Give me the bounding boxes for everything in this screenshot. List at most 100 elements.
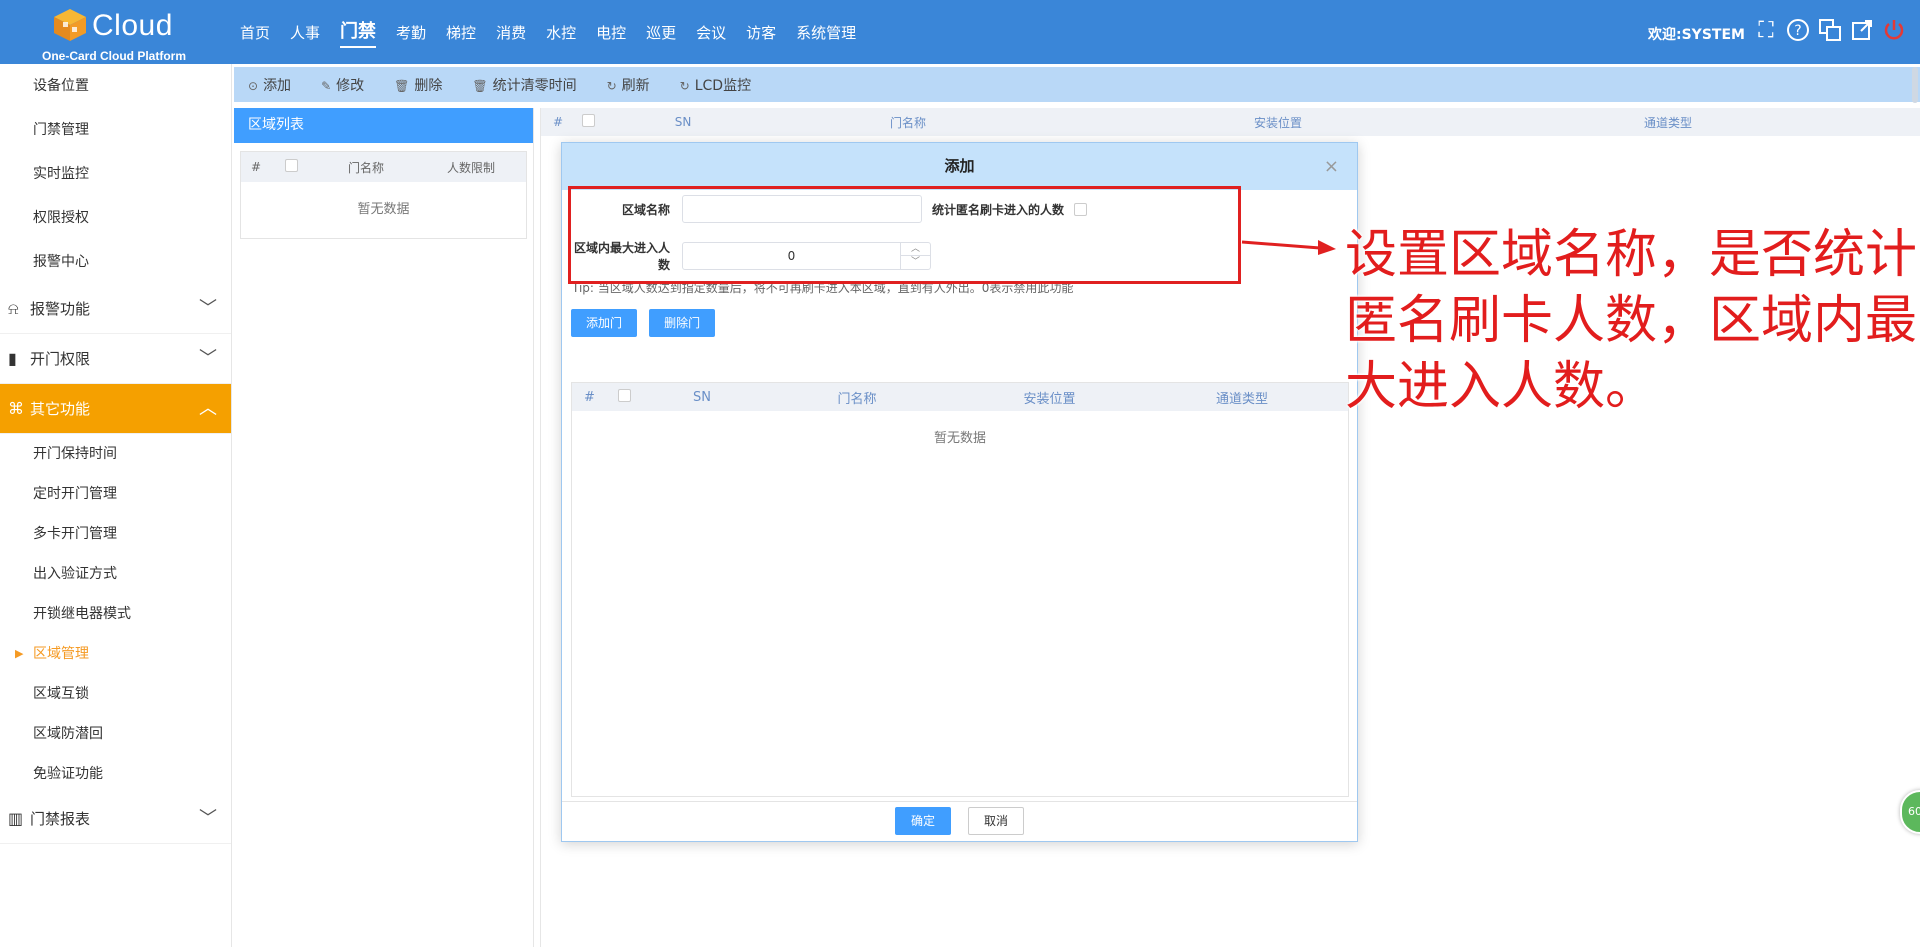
edit-button[interactable]: ✎ 修改 bbox=[321, 75, 364, 95]
column-channel-type: 通道类型 bbox=[1215, 391, 1268, 407]
nav-water-control[interactable]: 水控 bbox=[546, 22, 576, 43]
dialog-footer: 确定 取消 bbox=[562, 801, 1357, 841]
pencil-icon: ✎ bbox=[321, 78, 332, 93]
trash-icon: 🗑 bbox=[394, 78, 410, 93]
sidebar-item-area-interlock[interactable]: 区域互锁 bbox=[0, 674, 231, 714]
sidebar-item-no-verify[interactable]: 免验证功能 bbox=[0, 754, 231, 794]
door-table-empty: 暂无数据 bbox=[933, 431, 986, 446]
column-index: # bbox=[251, 160, 262, 174]
lcd-label: LCD监控 bbox=[694, 77, 752, 94]
power-icon[interactable] bbox=[1881, 18, 1907, 44]
dialog-title: 添加 bbox=[944, 157, 975, 175]
sidebar-group-label: 其它功能 bbox=[30, 399, 91, 418]
delete-door-button[interactable]: 删除门 bbox=[649, 309, 716, 337]
sidebar-group-label: 开门权限 bbox=[30, 349, 91, 368]
alarm-bell-icon: ⍾ bbox=[8, 298, 19, 318]
refresh-icon: ↻ bbox=[606, 78, 617, 93]
add-button[interactable]: ⊙ 添加 bbox=[248, 75, 291, 95]
column-door-name: 门名称 bbox=[889, 115, 926, 130]
edit-label: 修改 bbox=[336, 77, 365, 94]
annotation-highlight-box bbox=[568, 186, 1241, 284]
column-channel-type: 通道类型 bbox=[1643, 115, 1692, 130]
top-bar: Cloud One-Card Cloud Platform 首页 人事 门禁 考… bbox=[0, 0, 1920, 64]
nav-system[interactable]: 系统管理 bbox=[796, 22, 856, 43]
column-index: # bbox=[584, 389, 595, 405]
sidebar-item-access-management[interactable]: 门禁管理 bbox=[0, 108, 231, 152]
language-icon[interactable] bbox=[1817, 18, 1843, 44]
nav-patrol[interactable]: 巡更 bbox=[646, 22, 676, 43]
region-list-title: 区域列表 bbox=[234, 108, 533, 143]
nav-home[interactable]: 首页 bbox=[240, 22, 270, 43]
reset-stats-label: 统计清零时间 bbox=[492, 77, 577, 94]
delete-button[interactable]: 🗑 删除 bbox=[394, 75, 442, 95]
lcd-monitor-button[interactable]: ↻ LCD监控 bbox=[680, 75, 751, 95]
nav-visitor[interactable]: 访客 bbox=[746, 22, 776, 43]
column-door-name: 门名称 bbox=[347, 160, 384, 175]
door-actions: 添加门 删除门 bbox=[571, 309, 716, 337]
header-icons: ⛶ ? bbox=[1753, 18, 1907, 44]
column-install-location: 安装位置 bbox=[1023, 391, 1076, 407]
sidebar-group-alarm[interactable]: ⍾ 报警功能 ﹀ bbox=[0, 284, 231, 334]
sidebar-item-device-location[interactable]: 设备位置 bbox=[0, 64, 231, 108]
sidebar-item-verify-mode[interactable]: 出入验证方式 bbox=[0, 554, 231, 594]
select-all-checkbox[interactable] bbox=[271, 159, 311, 175]
top-nav: 首页 人事 门禁 考勤 梯控 消费 水控 电控 巡更 会议 访客 系统管理 bbox=[240, 0, 876, 64]
plus-circle-icon: ⊙ bbox=[248, 78, 259, 93]
region-table-empty: 暂无数据 bbox=[357, 202, 410, 217]
column-sn: SN bbox=[674, 115, 692, 129]
sidebar-group-other[interactable]: ⌘ 其它功能 ︿ bbox=[0, 384, 231, 434]
select-all-checkbox[interactable] bbox=[573, 114, 603, 130]
sidebar-item-authorization[interactable]: 权限授权 bbox=[0, 196, 231, 240]
sidebar-item-door-hold-time[interactable]: 开门保持时间 bbox=[0, 434, 231, 474]
sidebar-item-relay-mode[interactable]: 开锁继电器模式 bbox=[0, 594, 231, 634]
refresh-button[interactable]: ↻ 刷新 bbox=[607, 75, 650, 95]
region-table: # 门名称 人数限制 暂无数据 bbox=[240, 151, 527, 239]
refresh-label: 刷新 bbox=[621, 77, 650, 94]
sidebar-item-timed-open[interactable]: 定时开门管理 bbox=[0, 474, 231, 514]
column-install-location: 安装位置 bbox=[1253, 115, 1302, 130]
scrollbar[interactable] bbox=[1912, 67, 1918, 103]
fullscreen-icon[interactable]: ⛶ bbox=[1753, 18, 1779, 44]
select-all-checkbox[interactable] bbox=[606, 388, 642, 406]
sidebar-item-alarm-center[interactable]: 报警中心 bbox=[0, 240, 231, 284]
chevron-down-icon: ﹀ bbox=[199, 298, 217, 319]
sidebar-group-door-permission[interactable]: ▮ 开门权限 ﹀ bbox=[0, 334, 231, 384]
add-label: 添加 bbox=[263, 77, 292, 94]
nav-elevator[interactable]: 梯控 bbox=[446, 22, 476, 43]
chevron-down-icon: ﹀ bbox=[199, 808, 217, 829]
external-link-icon[interactable] bbox=[1849, 18, 1875, 44]
door-table-header: # SN 门名称 安装位置 通道类型 bbox=[572, 383, 1348, 411]
sidebar-item-area-management[interactable]: ▶ 区域管理 bbox=[0, 634, 231, 674]
region-list-panel: 区域列表 # 门名称 人数限制 暂无数据 bbox=[234, 108, 534, 947]
cube-logo-icon bbox=[54, 9, 86, 41]
nav-power-control[interactable]: 电控 bbox=[596, 22, 626, 43]
sidebar-item-label: 区域管理 bbox=[33, 646, 89, 662]
column-sn: SN bbox=[693, 389, 711, 405]
annotation-text: 设置区域名称，是否统计匿名刷卡人数，区域内最大进入人数。 bbox=[1345, 225, 1918, 417]
nav-consumption[interactable]: 消费 bbox=[496, 22, 526, 43]
door-grid-header: # SN 门名称 安装位置 通道类型 bbox=[541, 108, 1920, 136]
sidebar-item-realtime-monitor[interactable]: 实时监控 bbox=[0, 152, 231, 196]
nav-personnel[interactable]: 人事 bbox=[290, 22, 320, 43]
door-icon: ▮ bbox=[8, 348, 17, 368]
active-arrow-icon: ▶ bbox=[15, 647, 24, 660]
reset-stats-button[interactable]: 🗑 统计清零时间 bbox=[472, 75, 576, 95]
logo[interactable]: Cloud One-Card Cloud Platform bbox=[42, 5, 232, 63]
nav-access-control[interactable]: 门禁 bbox=[340, 17, 377, 48]
help-icon[interactable]: ? bbox=[1785, 18, 1811, 44]
nav-meeting[interactable]: 会议 bbox=[696, 22, 726, 43]
nav-attendance[interactable]: 考勤 bbox=[396, 22, 426, 43]
add-door-button[interactable]: 添加门 bbox=[571, 309, 638, 337]
column-people-limit: 人数限制 bbox=[446, 160, 495, 175]
sidebar-group-report[interactable]: ▥ 门禁报表 ﹀ bbox=[0, 794, 231, 844]
welcome-text: 欢迎:SYSTEM bbox=[1648, 27, 1745, 43]
trash-icon: 🗑 bbox=[472, 78, 488, 93]
sidebar-item-anti-passback[interactable]: 区域防潜回 bbox=[0, 714, 231, 754]
confirm-button[interactable]: 确定 bbox=[894, 807, 951, 835]
door-table: # SN 门名称 安装位置 通道类型 暂无数据 bbox=[571, 382, 1349, 797]
column-index: # bbox=[553, 115, 564, 129]
sidebar-item-multi-card[interactable]: 多卡开门管理 bbox=[0, 514, 231, 554]
bar-chart-icon: ▥ bbox=[8, 808, 24, 828]
close-icon[interactable]: × bbox=[1324, 143, 1339, 190]
cancel-button[interactable]: 取消 bbox=[968, 807, 1025, 835]
